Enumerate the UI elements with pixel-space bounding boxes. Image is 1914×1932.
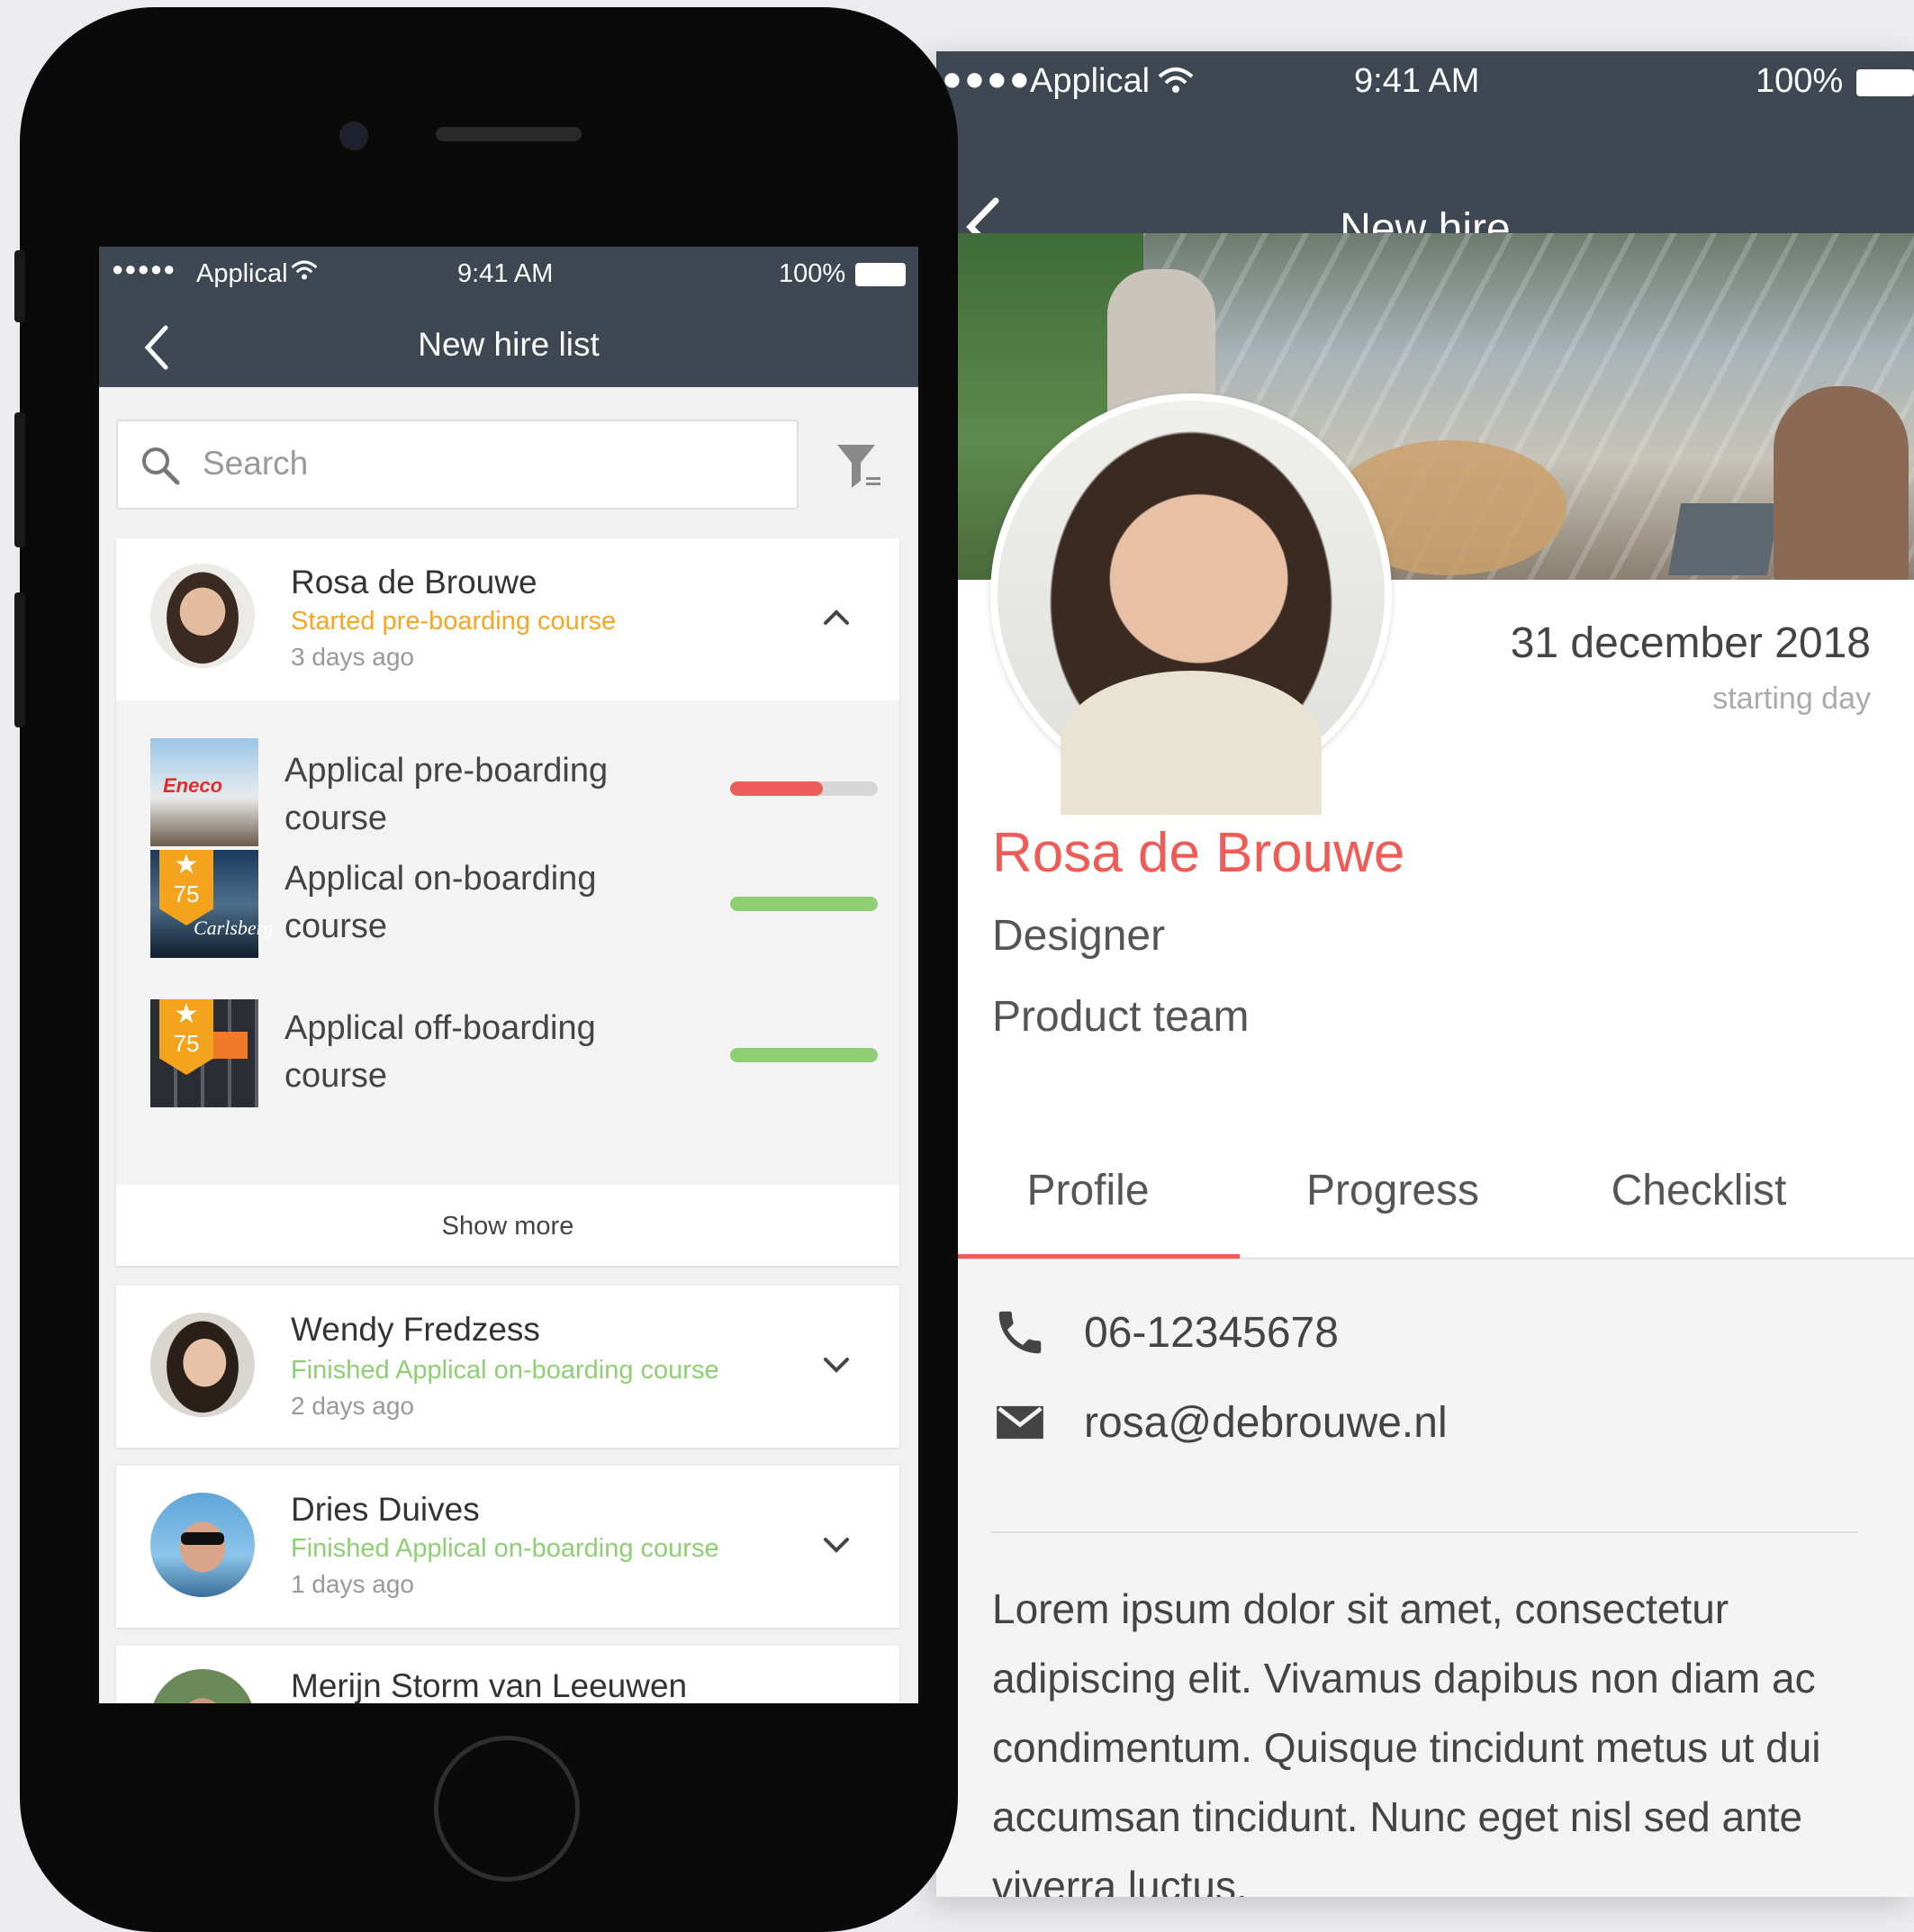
chevron-up-icon[interactable] — [817, 598, 856, 637]
avatar — [150, 1493, 255, 1597]
home-button[interactable] — [434, 1736, 580, 1882]
phone-icon — [998, 1311, 1042, 1354]
hire-card-wendy[interactable]: Wendy Fredzess Finished Applical on-boar… — [116, 1286, 899, 1448]
battery-percent: 100% — [1756, 62, 1844, 100]
new-hire-detail-screen: ●●●● Applical 9:41 AM 100% New hire 31 d… — [936, 51, 1914, 1897]
avatar — [150, 1669, 255, 1703]
filter-icon[interactable] — [835, 441, 882, 495]
hire-status: Finished Applical on-boarding course — [291, 1356, 719, 1385]
progress-fill — [730, 1048, 878, 1062]
star-icon: ★ — [174, 999, 199, 1029]
achievement-badge: ★ 75 — [159, 850, 213, 925]
avatar — [150, 564, 255, 668]
phone-row[interactable]: 06-12345678 — [992, 1305, 1339, 1360]
hire-status: Finished Applical on-boarding course — [291, 1534, 719, 1563]
bio-text: Lorem ipsum dolor sit amet, consectetur … — [992, 1585, 1821, 1897]
progress-fill — [730, 897, 878, 911]
person-name: Rosa de Brouwe — [992, 822, 1405, 884]
status-bar: ●●●● Applical 9:41 AM 100% — [936, 51, 1914, 114]
hire-name: Merijn Storm van Leeuwen — [291, 1667, 688, 1703]
progress-fill — [730, 781, 823, 796]
signal-dots-icon: ●●●● — [942, 60, 1032, 98]
hire-status: Started pre-boarding course — [291, 607, 617, 636]
hire-time: 2 days ago — [291, 1392, 414, 1420]
course-name: Applical on-boarding course — [284, 860, 597, 945]
nav-bar: New hire list — [99, 301, 918, 387]
status-bar: ●●●●● Applical 9:41 AM 100% — [99, 247, 918, 301]
page-title: New hire list — [418, 326, 600, 363]
course-thumbnail: Carlsberg ★ 75 — [150, 850, 273, 958]
course-item[interactable]: ★ 75 Applical off-boarding course — [116, 999, 899, 1149]
tab-profile[interactable]: Profile — [936, 1123, 1240, 1258]
course-thumbnail: ★ 75 — [150, 999, 258, 1107]
chevron-down-icon[interactable] — [817, 1525, 856, 1565]
hire-card-merijn[interactable]: Merijn Storm van Leeuwen — [116, 1646, 899, 1703]
person-team: Product team — [992, 993, 1250, 1041]
battery-icon — [1856, 69, 1914, 96]
search-input[interactable]: Search — [116, 420, 799, 510]
front-camera — [339, 122, 368, 150]
course-name: Applical off-boarding course — [284, 1009, 596, 1095]
battery-icon — [855, 263, 906, 286]
search-placeholder: Search — [203, 445, 309, 482]
clock: 9:41 AM — [457, 259, 554, 288]
hire-name: Rosa de Brouwe — [291, 564, 537, 600]
course-progress-bar — [730, 897, 878, 911]
battery-percent: 100% — [779, 259, 846, 288]
wifi-icon — [291, 260, 318, 280]
divider — [992, 1531, 1858, 1533]
course-item[interactable]: Carlsberg ★ 75 Applical on-boarding cour… — [116, 850, 899, 999]
new-hire-list-screen: ●●●●● Applical 9:41 AM 100% New hire lis… — [99, 247, 918, 1703]
search-icon — [142, 447, 180, 485]
carrier-label: Applical — [196, 259, 288, 288]
star-icon: ★ — [174, 850, 199, 880]
course-progress-bar — [730, 1048, 878, 1062]
chevron-down-icon[interactable] — [817, 1345, 856, 1385]
volume-down-button — [14, 592, 25, 727]
hire-name: Dries Duives — [291, 1491, 480, 1528]
sunglasses — [181, 1532, 224, 1545]
course-list: Eneco Applical pre-boarding course Carls… — [116, 700, 899, 1185]
phone-frame: ●●●●● Applical 9:41 AM 100% New hire lis… — [14, 7, 958, 1932]
carrier-label: Applical — [1030, 62, 1151, 100]
tab-bar: Profile Progress Checklist — [936, 1123, 1914, 1258]
speaker-grill — [436, 127, 582, 141]
start-date-label: starting day — [1712, 682, 1871, 716]
hire-time: 1 days ago — [291, 1570, 414, 1598]
signal-dots-icon: ●●●●● — [112, 257, 176, 280]
email-row[interactable]: rosa@debrouwe.nl — [992, 1395, 1448, 1450]
volume-up-button — [14, 412, 25, 547]
hire-card-dries[interactable]: Dries Duives Finished Applical on-boardi… — [116, 1466, 899, 1628]
email-address: rosa@debrouwe.nl — [1084, 1398, 1448, 1447]
clock: 9:41 AM — [1354, 62, 1480, 100]
badge-points: 75 — [173, 1030, 200, 1057]
course-name: Applical pre-boarding course — [284, 752, 609, 837]
avatar — [150, 1313, 255, 1417]
achievement-badge: ★ 75 — [159, 999, 213, 1075]
phone-number: 06-12345678 — [1084, 1308, 1339, 1357]
avatar — [990, 393, 1392, 815]
badge-points: 75 — [173, 880, 200, 907]
wifi-icon — [1158, 68, 1194, 93]
course-progress-bar — [730, 781, 878, 796]
hire-name: Wendy Fredzess — [291, 1311, 540, 1348]
show-more-button[interactable]: Show more — [116, 1187, 899, 1266]
mute-switch — [14, 250, 25, 322]
course-item[interactable]: Eneco Applical pre-boarding course — [116, 700, 899, 850]
thumbnail-logo-text: Carlsberg — [194, 916, 274, 939]
course-thumbnail: Eneco — [150, 738, 258, 846]
person-role: Designer — [992, 912, 1166, 960]
thumbnail-logo-text: Eneco — [163, 774, 223, 797]
start-date: 31 december 2018 — [1510, 619, 1871, 667]
hire-time: 3 days ago — [291, 643, 414, 671]
active-tab-indicator — [936, 1254, 1240, 1259]
tab-checklist[interactable]: Checklist — [1546, 1123, 1852, 1258]
tab-progress[interactable]: Progress — [1240, 1123, 1546, 1258]
mail-icon — [997, 1405, 1043, 1440]
